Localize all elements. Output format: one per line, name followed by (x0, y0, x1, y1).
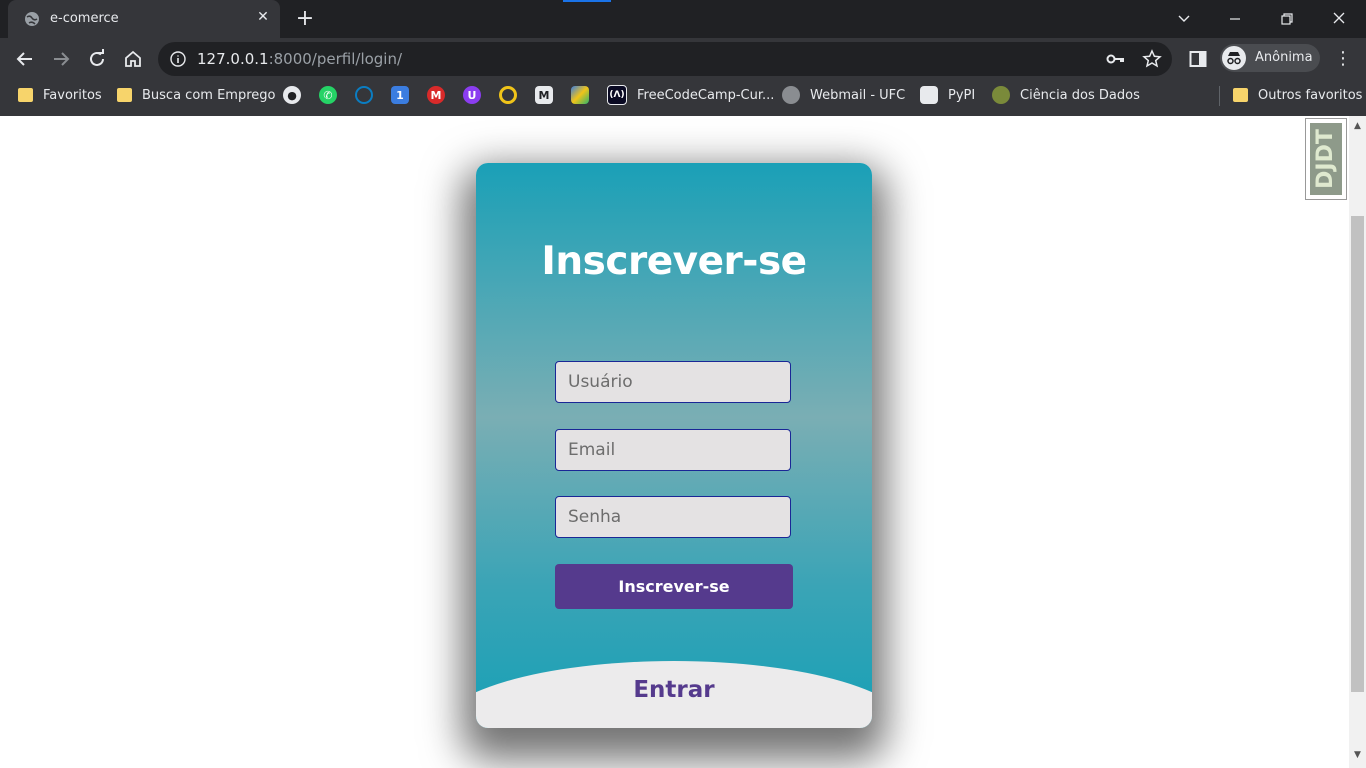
key-icon[interactable] (1106, 50, 1126, 68)
star-icon[interactable] (1142, 49, 1162, 69)
bookmark-gmail[interactable]: M (427, 80, 455, 110)
menu-icon[interactable]: ⋮ (1334, 49, 1352, 69)
globe-icon (782, 86, 800, 104)
brain-icon (992, 86, 1010, 104)
scroll-up-icon[interactable]: ▲ (1349, 118, 1366, 135)
whatsapp-icon: ✆ (319, 86, 337, 104)
shield-icon: U (463, 86, 481, 104)
folder-icon (117, 88, 132, 102)
folder-icon (18, 88, 33, 102)
page-content: Inscrever-se Inscrever-se Entrar (0, 116, 1349, 768)
gmail-icon: M (427, 86, 445, 104)
debug-toolbar-label: DJDT (1313, 129, 1338, 189)
signup-button[interactable]: Inscrever-se (555, 564, 793, 609)
pypi-icon (920, 86, 938, 104)
login-link[interactable]: Entrar (476, 677, 872, 703)
globe-icon (25, 12, 39, 26)
minimize-icon[interactable] (1224, 8, 1246, 30)
bookmark-busca-com-emprego[interactable]: Busca com Emprego (117, 80, 275, 110)
forward-icon[interactable] (49, 47, 73, 71)
reload-icon[interactable] (85, 47, 109, 71)
bookmark-webmail-ufc[interactable]: Webmail - UFC (782, 80, 905, 110)
bookmarks-separator (1219, 86, 1220, 106)
tab-search-icon[interactable] (1173, 8, 1195, 30)
m-icon: M (535, 86, 553, 104)
bookmark-ring[interactable] (499, 80, 527, 110)
bookmark-calendar[interactable]: 1 (391, 80, 419, 110)
password-input[interactable] (555, 496, 791, 538)
bookmark-github[interactable]: ● (283, 80, 311, 110)
debug-toolbar-handle[interactable]: DJDT (1305, 118, 1347, 200)
side-panel-icon[interactable] (1189, 50, 1207, 68)
browser-titlebar: e-comerce ✕ + (0, 0, 1366, 38)
calendar-icon: 1 (391, 86, 409, 104)
info-icon[interactable] (170, 51, 186, 67)
bookmark-dell[interactable] (355, 80, 383, 110)
bookmark-outros-favoritos[interactable]: Outros favoritos (1233, 80, 1362, 110)
bookmark-code[interactable] (571, 80, 599, 110)
bookmark-pypi[interactable]: PyPI (920, 80, 975, 110)
dell-icon (355, 86, 373, 104)
close-tab-icon[interactable]: ✕ (255, 9, 271, 25)
freecodecamp-icon: (Λ) (607, 85, 627, 105)
scroll-down-icon[interactable]: ▼ (1349, 747, 1366, 764)
scrollbar-thumb[interactable] (1351, 216, 1364, 692)
restore-icon[interactable] (1276, 8, 1298, 30)
bookmarks-bar: Favoritos Busca com Emprego ● ✆ 1 M U M … (0, 80, 1366, 116)
back-icon[interactable] (13, 47, 37, 71)
debug-toolbar-badge: DJDT (1310, 123, 1342, 195)
bookmark-favoritos[interactable]: Favoritos (18, 80, 102, 110)
username-input[interactable] (555, 361, 791, 403)
ring-icon (499, 86, 517, 104)
email-input[interactable] (555, 429, 791, 471)
home-icon[interactable] (121, 47, 145, 71)
bookmark-ciencia-dos-dados[interactable]: Ciência dos Dados (992, 80, 1140, 110)
browser-tab[interactable]: e-comerce ✕ (8, 0, 280, 38)
url-text: 127.0.0.1:8000/perfil/login/ (197, 50, 403, 68)
card-title: Inscrever-se (541, 239, 807, 284)
address-bar[interactable]: 127.0.0.1:8000/perfil/login/ (158, 42, 1172, 76)
close-window-icon[interactable] (1328, 8, 1350, 30)
bookmark-freecodecamp[interactable]: (Λ) FreeCodeCamp-Cur... (607, 80, 774, 110)
new-tab-button[interactable]: + (294, 8, 316, 30)
bookmark-shield[interactable]: U (463, 80, 491, 110)
browser-toolbar: 127.0.0.1:8000/perfil/login/ Anônima ⋮ (0, 38, 1366, 80)
tab-indicator (563, 0, 611, 2)
github-icon: ● (283, 86, 301, 104)
tab-title: e-comerce (50, 11, 119, 26)
bookmark-m[interactable]: M (535, 80, 563, 110)
code-icon (571, 86, 589, 104)
incognito-icon (1222, 46, 1246, 70)
folder-icon (1233, 88, 1248, 102)
profile-name: Anônima (1255, 50, 1313, 65)
signup-card: Inscrever-se Inscrever-se Entrar (476, 163, 872, 728)
bookmark-whatsapp[interactable]: ✆ (319, 80, 347, 110)
profile-button[interactable]: Anônima (1220, 44, 1320, 72)
